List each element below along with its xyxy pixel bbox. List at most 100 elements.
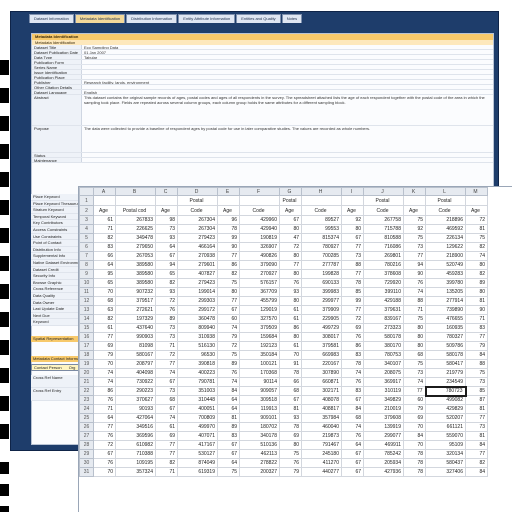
data-cell[interactable]: 277787: [301, 260, 342, 270]
data-cell[interactable]: 466164: [177, 242, 218, 252]
data-cell[interactable]: 469911: [363, 440, 404, 450]
data-cell[interactable]: 226625: [115, 224, 156, 234]
data-cell[interactable]: 92: [341, 215, 364, 225]
data-cell[interactable]: 79: [465, 341, 488, 351]
data-cell[interactable]: 73: [403, 242, 426, 252]
data-cell[interactable]: 67: [155, 251, 178, 261]
selected-cell[interactable]: 780723: [424, 385, 467, 397]
data-cell[interactable]: 89: [155, 314, 178, 324]
data-cell[interactable]: 80: [217, 287, 240, 297]
data-cell[interactable]: 218896: [425, 215, 466, 225]
data-cell[interactable]: 75: [403, 359, 426, 369]
data-cell[interactable]: 170368: [239, 368, 280, 378]
data-cell[interactable]: 72: [279, 242, 302, 252]
data-cell[interactable]: 98: [155, 215, 178, 225]
row-number[interactable]: 20: [79, 368, 94, 378]
data-cell[interactable]: 69: [341, 323, 364, 333]
data-cell[interactable]: 71: [465, 314, 488, 324]
data-cell[interactable]: 208797: [115, 359, 156, 369]
data-cell[interactable]: 815374: [301, 233, 342, 243]
data-cell[interactable]: 907232: [115, 287, 156, 297]
data-cell[interactable]: 80: [279, 332, 302, 342]
data-cell[interactable]: 77: [279, 260, 302, 270]
row-number[interactable]: 31: [79, 467, 94, 477]
row-number[interactable]: 8: [79, 260, 94, 270]
data-cell[interactable]: 72: [217, 341, 240, 351]
header-cell[interactable]: Age: [93, 205, 116, 216]
data-cell[interactable]: 389580: [115, 260, 156, 270]
data-cell[interactable]: 84: [465, 350, 488, 360]
data-cell[interactable]: 78: [341, 278, 364, 288]
data-cell[interactable]: 68: [341, 413, 364, 423]
data-cell[interactable]: 129019: [239, 305, 280, 315]
column-letter[interactable]: B: [115, 187, 156, 196]
data-cell[interactable]: 81: [465, 431, 488, 441]
data-cell[interactable]: 580178: [363, 332, 404, 342]
data-cell[interactable]: 90: [403, 269, 426, 279]
row-number[interactable]: 4: [79, 224, 94, 234]
row-number[interactable]: 29: [79, 449, 94, 459]
data-cell[interactable]: 619319: [177, 467, 218, 477]
data-cell[interactable]: 67: [279, 215, 302, 225]
data-cell[interactable]: 64: [93, 260, 116, 270]
row-number[interactable]: 14: [79, 314, 94, 324]
data-cell[interactable]: 399983: [301, 287, 342, 297]
column-letter[interactable]: C: [155, 187, 178, 196]
data-cell[interactable]: 47: [279, 233, 302, 243]
data-cell[interactable]: 77: [155, 440, 178, 450]
data-cell[interactable]: 389580: [115, 278, 156, 288]
data-cell[interactable]: 349829: [363, 395, 404, 405]
data-cell[interactable]: 267758: [363, 215, 404, 225]
header-cell[interactable]: Postal: [177, 195, 218, 206]
data-cell[interactable]: 64: [341, 440, 364, 450]
data-cell[interactable]: 476655: [425, 314, 466, 324]
header-cell[interactable]: [239, 195, 280, 206]
data-cell[interactable]: 80: [403, 341, 426, 351]
row-number[interactable]: 21: [79, 377, 94, 387]
data-cell[interactable]: 88: [341, 260, 364, 270]
data-cell[interactable]: 129622: [425, 242, 466, 252]
data-cell[interactable]: 67: [341, 449, 364, 459]
header-cell[interactable]: [93, 195, 116, 206]
data-cell[interactable]: 74: [93, 377, 116, 387]
field-value[interactable]: [82, 158, 493, 162]
data-cell[interactable]: 79: [217, 332, 240, 342]
data-cell[interactable]: 89: [217, 422, 240, 432]
data-cell[interactable]: 379631: [363, 305, 404, 315]
tab-3[interactable]: Entity Attribute Information: [178, 14, 236, 23]
data-cell[interactable]: 78: [217, 224, 240, 234]
data-cell[interactable]: 70: [93, 467, 116, 477]
data-cell[interactable]: 327406: [425, 467, 466, 477]
data-cell[interactable]: 76: [93, 431, 116, 441]
data-cell[interactable]: 299977: [301, 296, 342, 306]
data-cell[interactable]: 190819: [239, 233, 280, 243]
data-cell[interactable]: 320134: [425, 449, 466, 459]
data-cell[interactable]: 67: [155, 377, 178, 387]
row-number[interactable]: 6: [79, 242, 94, 252]
data-cell[interactable]: 576157: [239, 278, 280, 288]
data-cell[interactable]: 520749: [425, 260, 466, 270]
data-cell[interactable]: 379090: [239, 260, 280, 270]
data-cell[interactable]: 81: [465, 296, 488, 306]
data-cell[interactable]: 83: [341, 386, 364, 396]
data-cell[interactable]: 269801: [363, 251, 404, 261]
row-number[interactable]: 28: [79, 440, 94, 450]
data-cell[interactable]: 119913: [239, 404, 280, 414]
data-cell[interactable]: 83: [217, 431, 240, 441]
data-cell[interactable]: 700809: [177, 413, 218, 423]
data-cell[interactable]: 61: [279, 305, 302, 315]
data-cell[interactable]: 88: [403, 296, 426, 306]
data-cell[interactable]: 75: [217, 350, 240, 360]
data-cell[interactable]: 82: [93, 314, 116, 324]
data-cell[interactable]: 159684: [239, 332, 280, 342]
data-cell[interactable]: 716086: [363, 242, 404, 252]
data-cell[interactable]: 81098: [115, 341, 156, 351]
data-cell[interactable]: 77: [403, 386, 426, 396]
data-cell[interactable]: 86: [93, 386, 116, 396]
row-number[interactable]: 7: [79, 251, 94, 261]
data-cell[interactable]: 83: [93, 242, 116, 252]
data-cell[interactable]: 510136: [239, 440, 280, 450]
data-cell[interactable]: 730922: [115, 377, 156, 387]
data-cell[interactable]: 78: [341, 359, 364, 369]
data-cell[interactable]: 81: [279, 404, 302, 414]
